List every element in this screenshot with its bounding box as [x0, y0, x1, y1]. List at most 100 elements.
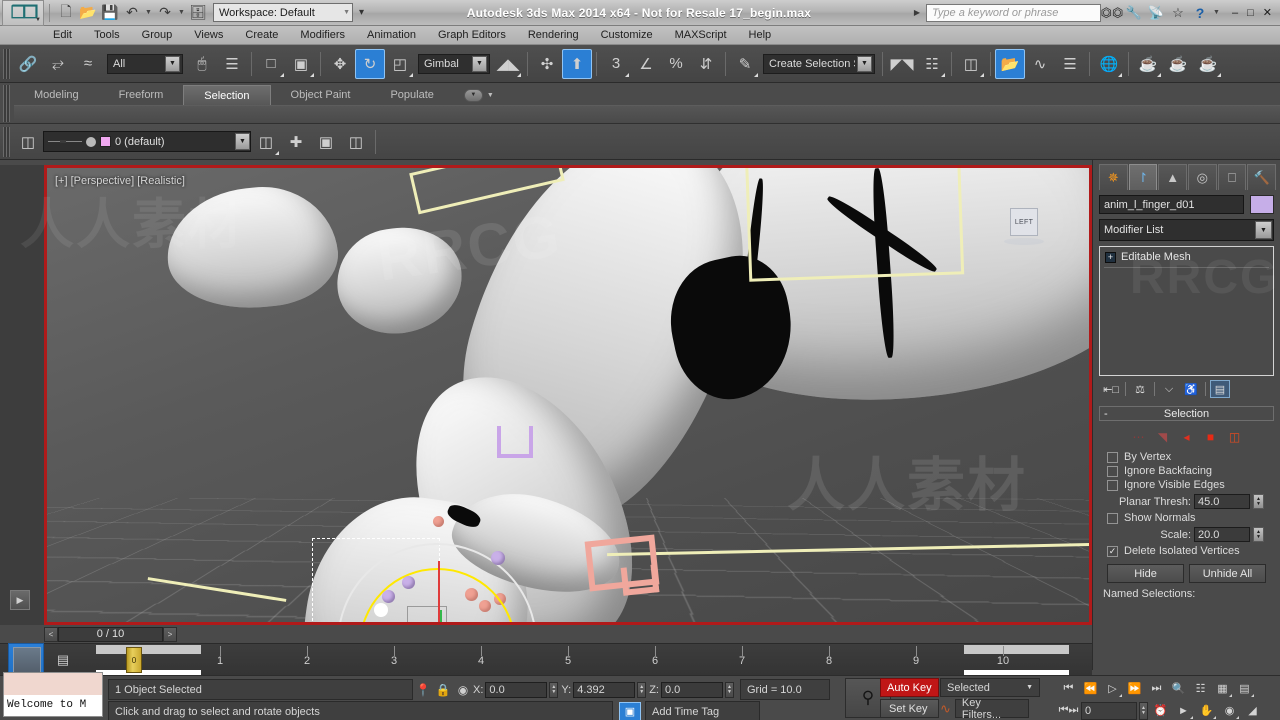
ribbon-tab-populate[interactable]: Populate — [370, 85, 453, 105]
time-slider-handle[interactable]: 0 — [126, 647, 142, 673]
delete-isolated-vertices-checkbox[interactable]: ✓ — [1107, 546, 1118, 557]
app-logo-button[interactable]: ❒❒ ▼ — [2, 0, 44, 26]
select-and-move-icon[interactable]: ✥ — [325, 49, 355, 79]
by-vertex-checkbox[interactable] — [1107, 452, 1118, 463]
viewport-label[interactable]: [+] [Perspective] [Realistic] — [55, 175, 185, 187]
reference-coordinate-system-combo[interactable]: Gimbal ▼ — [418, 54, 490, 74]
zoom-icon[interactable]: 🔍 — [1168, 679, 1189, 698]
curve-editor-icon[interactable]: ∿ — [1025, 49, 1055, 79]
delete-isolated-vertices-row[interactable]: ✓ Delete Isolated Vertices — [1099, 544, 1274, 558]
maximize-button[interactable]: □ — [1247, 7, 1254, 19]
pin-stack-icon[interactable]: ⇤□ — [1101, 380, 1121, 398]
ignore-visible-edges-row[interactable]: Ignore Visible Edges — [1099, 478, 1274, 492]
ignore-visible-edges-checkbox[interactable] — [1107, 480, 1118, 491]
select-and-scale-icon[interactable]: ◰ — [385, 49, 415, 79]
maximize-viewport-icon[interactable]: ◢ — [1242, 701, 1263, 720]
coordinate-y[interactable]: Y: 4.392 ▲ ▼ — [561, 682, 646, 698]
close-button[interactable]: ✕ — [1263, 6, 1272, 19]
coord-y-input[interactable]: 4.392 — [573, 682, 635, 698]
ribbon-grip[interactable] — [3, 85, 10, 122]
object-name-field[interactable]: anim_l_finger_d01 — [1099, 195, 1244, 214]
unhide-all-button[interactable]: Unhide All — [1189, 564, 1266, 583]
key-tangent-icon[interactable]: ∿ — [940, 701, 951, 717]
bind-to-space-warp-icon[interactable]: ≈ — [73, 49, 103, 79]
layer-manager-icon[interactable]: ◫ — [13, 127, 43, 157]
ignore-backfacing-row[interactable]: Ignore Backfacing — [1099, 464, 1274, 478]
snaps-toggle-icon[interactable]: 3 — [601, 49, 631, 79]
track-bar[interactable]: ▤ 1 2 3 4 5 6 7 8 9 10 0 — [0, 643, 1092, 675]
remove-modifier-icon[interactable]: ♿ — [1181, 380, 1201, 398]
toolbar-grip[interactable] — [3, 127, 10, 157]
subobject-edge-icon[interactable]: ◥ — [1154, 429, 1171, 444]
render-setup-icon[interactable]: ☕ — [1133, 49, 1163, 79]
minimize-button[interactable]: – — [1232, 7, 1238, 19]
planar-threshold-input[interactable]: 45.0 — [1194, 494, 1250, 509]
zoom-all-icon[interactable]: ☷ — [1190, 679, 1211, 698]
menu-item-help[interactable]: Help — [738, 26, 783, 44]
zoom-extents-icon[interactable]: ▦ — [1212, 679, 1233, 698]
add-time-tag-button[interactable]: Add Time Tag — [645, 701, 760, 720]
modifier-stack[interactable]: + Editable Mesh — [1099, 246, 1274, 376]
zoom-extents-all-icon[interactable]: ▤ — [1234, 679, 1255, 698]
scene-explorer-icon[interactable]: 📂 — [995, 49, 1025, 79]
collapse-icon[interactable]: - — [1104, 408, 1108, 420]
chevron-down-icon[interactable]: ▼ — [1255, 221, 1272, 239]
edit-named-selection-sets-icon[interactable]: ✎ — [730, 49, 760, 79]
unlink-selection-icon[interactable]: ⥂ — [43, 49, 73, 79]
menu-item-rendering[interactable]: Rendering — [517, 26, 590, 44]
play-animation-icon[interactable]: ▷ — [1102, 679, 1123, 698]
menu-item-graph-editors[interactable]: Graph Editors — [427, 26, 517, 44]
chevron-down-icon[interactable]: ▼ — [857, 56, 872, 72]
open-file-icon[interactable]: 📂 — [77, 2, 99, 24]
frame-spinner[interactable]: ▲ ▼ — [1139, 702, 1148, 720]
select-and-rotate-icon[interactable]: ↻ — [355, 49, 385, 79]
next-frame-icon[interactable]: ⏩ — [1124, 679, 1145, 698]
lock-selection-icon[interactable]: 🔒 — [433, 680, 453, 700]
make-unique-icon[interactable]: ⌵ — [1159, 380, 1179, 398]
render-production-icon[interactable]: ☕ — [1193, 49, 1223, 79]
current-layer-combo[interactable]: 0 (default) ▼ — [43, 131, 251, 152]
hierarchy-tab[interactable]: ▲ — [1158, 164, 1187, 190]
select-object-icon[interactable]: 🖱 — [187, 49, 217, 79]
menu-item-group[interactable]: Group — [131, 26, 184, 44]
subobject-polygon-icon[interactable]: ■ — [1202, 429, 1219, 444]
rectangular-selection-region-icon[interactable]: □ — [256, 49, 286, 79]
project-folder-icon[interactable]: 🗄 — [187, 2, 209, 24]
add-to-layer-icon[interactable]: ✚ — [281, 127, 311, 157]
undo-icon[interactable]: ↶ — [121, 2, 143, 24]
spinner-snap-toggle-icon[interactable]: ⇵ — [691, 49, 721, 79]
coordinate-z[interactable]: Z: 0.0 ▲ ▼ — [649, 682, 734, 698]
new-file-icon[interactable]: 🗋 — [55, 2, 77, 24]
key-filters-button[interactable]: Key Filters... — [955, 699, 1029, 718]
title-expand-icon[interactable]: ▶ — [914, 8, 920, 17]
save-icon[interactable]: 💾 — [99, 2, 121, 24]
planar-threshold-spinner[interactable]: ▲ ▼ — [1253, 494, 1264, 509]
menu-item-customize[interactable]: Customize — [590, 26, 664, 44]
percent-snap-toggle-icon[interactable]: % — [661, 49, 691, 79]
modifier-stack-item[interactable]: + Editable Mesh — [1103, 250, 1270, 264]
selection-rollout-header[interactable]: - Selection — [1099, 406, 1274, 421]
coord-x-spinner[interactable]: ▲ ▼ — [549, 682, 558, 698]
select-by-name-icon[interactable]: ☰ — [217, 49, 247, 79]
menu-item-modifiers[interactable]: Modifiers — [289, 26, 356, 44]
select-and-manipulate-icon[interactable]: ✣ — [532, 49, 562, 79]
ignore-backfacing-checkbox[interactable] — [1107, 466, 1118, 477]
object-color-swatch[interactable] — [1250, 195, 1274, 214]
chevron-down-icon[interactable]: ▼ — [235, 133, 250, 150]
align-icon[interactable]: ☷ — [917, 49, 947, 79]
use-pivot-point-center-icon[interactable]: ◢◣ — [493, 49, 523, 79]
previous-frame-button[interactable]: < — [44, 627, 58, 642]
subobject-vertex-icon[interactable]: ⋯ — [1130, 429, 1147, 444]
named-selection-sets-combo[interactable]: Create Selection Set ▼ — [763, 54, 875, 74]
set-current-layer-icon[interactable]: ◫ — [341, 127, 371, 157]
maxscript-output-pane[interactable] — [4, 673, 102, 695]
field-of-view-icon[interactable]: ► — [1173, 701, 1194, 720]
wrench-icon[interactable]: 🔧 — [1123, 2, 1145, 24]
hide-button[interactable]: Hide — [1107, 564, 1184, 583]
maxscript-prompt-text[interactable]: Welcome to M — [4, 695, 102, 715]
star-icon[interactable]: ☆ — [1167, 2, 1189, 24]
animation-range-bar[interactable] — [96, 645, 201, 654]
search-input[interactable]: Type a keyword or phrase — [926, 4, 1101, 22]
rendered-frame-window-icon[interactable]: ☕ — [1163, 49, 1193, 79]
coord-z-input[interactable]: 0.0 — [661, 682, 723, 698]
